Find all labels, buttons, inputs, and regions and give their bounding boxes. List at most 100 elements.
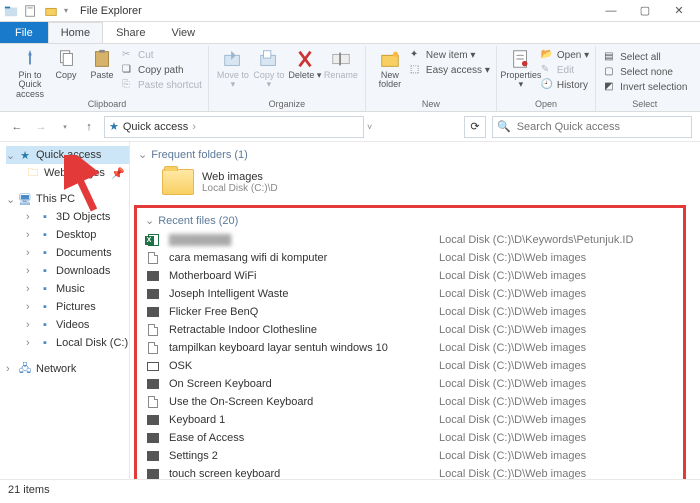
file-icon — [145, 467, 161, 479]
maximize-button[interactable]: ▢ — [628, 0, 662, 22]
breadcrumb-sep-icon[interactable]: › — [192, 121, 196, 133]
file-icon — [145, 251, 161, 265]
recent-file-item[interactable]: On Screen KeyboardLocal Disk (C:)\D\Web … — [145, 375, 675, 393]
group-label-open: Open — [503, 99, 589, 111]
pin-to-quick-access-button[interactable]: Pin to Quick access — [12, 46, 48, 99]
breadcrumb-location[interactable]: Quick access — [123, 121, 188, 133]
tree-item-downloads[interactable]: ›▪Downloads — [6, 262, 129, 280]
invert-selection-button[interactable]: ◩Invert selection — [604, 80, 687, 94]
back-button[interactable]: ← — [8, 116, 26, 138]
new-folder-button[interactable]: New folder — [372, 46, 408, 90]
file-icon — [145, 233, 161, 247]
paste-shortcut-button[interactable]: ⎘Paste shortcut — [122, 78, 202, 92]
recent-files-header[interactable]: ⌄Recent files (20) — [145, 214, 675, 227]
tree-network[interactable]: ›🖧Network — [6, 360, 129, 378]
content-pane: ⌄Frequent folders (1) Web images Local D… — [130, 142, 700, 479]
tree-quick-access[interactable]: ⌄★Quick access — [6, 146, 129, 164]
recent-file-item[interactable]: cara memasang wifi di komputerLocal Disk… — [145, 249, 675, 267]
select-none-button[interactable]: ▢Select none — [604, 65, 687, 79]
address-bar[interactable]: ★ Quick access › — [104, 116, 364, 138]
recent-file-item[interactable]: Keyboard 1Local Disk (C:)\D\Web images — [145, 411, 675, 429]
recent-file-item[interactable]: ████████Local Disk (C:)\D\Keywords\Petun… — [145, 231, 675, 249]
recent-file-item[interactable]: Flicker Free BenQ Local Disk (C:)\D\Web i… — [145, 303, 675, 321]
refresh-button[interactable]: ⟳ — [464, 116, 486, 138]
address-dropdown-icon[interactable]: ˅ — [367, 122, 372, 132]
new-item-button[interactable]: ✦New item ▾ — [410, 48, 490, 62]
file-icon — [145, 377, 161, 391]
recent-file-item[interactable]: Settings 2 Local Disk (C:)\D\Web images — [145, 447, 675, 465]
ribbon: Pin to Quick access Copy Paste ✂Cut ❏Cop… — [0, 44, 700, 112]
frequent-folders-header[interactable]: ⌄Frequent folders (1) — [138, 148, 692, 161]
close-button[interactable]: ✕ — [662, 0, 696, 22]
group-select: ▤Select all ▢Select none ◩Invert selecti… — [596, 46, 693, 111]
file-path: Local Disk (C:)\D\Web images — [439, 252, 586, 264]
recent-file-item[interactable]: Use the On-Screen KeyboardLocal Disk (C:… — [145, 393, 675, 411]
rename-button[interactable]: Rename — [323, 46, 359, 80]
file-name: ████████ — [169, 234, 431, 246]
qat-properties-icon[interactable] — [24, 4, 38, 18]
file-name: Joseph Intelligent Waste — [169, 288, 431, 300]
file-path: Local Disk (C:)\D\Web images — [439, 306, 586, 318]
copy-button[interactable]: Copy — [48, 46, 84, 80]
tree-item-videos[interactable]: ›▪Videos — [6, 316, 129, 334]
recent-file-item[interactable]: OSKLocal Disk (C:)\D\Web images — [145, 357, 675, 375]
tab-file[interactable]: File — [0, 22, 48, 43]
search-input[interactable] — [515, 120, 687, 134]
file-name: Keyboard 1 — [169, 414, 431, 426]
file-icon — [145, 431, 161, 445]
copy-to-button[interactable]: Copy to ▾ — [251, 46, 287, 90]
tab-home[interactable]: Home — [48, 22, 103, 43]
open-dropdown-button[interactable]: 📂Open ▾ — [541, 48, 589, 62]
easy-access-button[interactable]: ⬚Easy access ▾ — [410, 63, 490, 77]
tree-this-pc[interactable]: ⌄🖥This PC — [6, 190, 129, 208]
item-count: 21 items — [8, 484, 50, 496]
tree-item-pictures[interactable]: ›▪Pictures — [6, 298, 129, 316]
file-name: Settings 2 — [169, 450, 431, 462]
tree-item-music[interactable]: ›▪Music — [6, 280, 129, 298]
up-button[interactable]: ↑ — [80, 116, 98, 138]
file-icon — [145, 269, 161, 283]
quick-access-toolbar: ▾ — [4, 4, 68, 18]
tab-view[interactable]: View — [158, 22, 208, 43]
tree-item-desktop[interactable]: ›▪Desktop — [6, 226, 129, 244]
recent-locations-button[interactable]: ▾ — [56, 116, 74, 138]
move-to-button[interactable]: Move to ▾ — [215, 46, 251, 90]
history-button[interactable]: 🕘History — [541, 78, 589, 92]
properties-button[interactable]: Properties ▾ — [503, 46, 539, 90]
delete-button[interactable]: Delete ▾ — [287, 46, 323, 80]
qat-dropdown-icon[interactable]: ▾ — [64, 6, 68, 15]
recent-file-item[interactable]: Ease of AccessLocal Disk (C:)\D\Web imag… — [145, 429, 675, 447]
recent-file-item[interactable]: Retractable Indoor ClotheslineLocal Disk… — [145, 321, 675, 339]
recent-file-item[interactable]: Motherboard WiFiLocal Disk (C:)\D\Web im… — [145, 267, 675, 285]
edit-button[interactable]: ✎Edit — [541, 63, 589, 77]
ribbon-tabs: File Home Share View — [0, 22, 700, 44]
file-name: Flicker Free BenQ — [169, 306, 431, 318]
group-open: Properties ▾ 📂Open ▾ ✎Edit 🕘History Open — [497, 46, 596, 111]
paste-button[interactable]: Paste — [84, 46, 120, 80]
file-path: Local Disk (C:)\D\Web images — [439, 432, 586, 444]
tab-share[interactable]: Share — [103, 22, 158, 43]
tree-web-images[interactable]: 🗀Web images📌 — [6, 164, 129, 182]
group-label-new: New — [372, 99, 490, 111]
tree-item-local-disk-c-[interactable]: ›▪Local Disk (C:) — [6, 334, 129, 352]
file-path: Local Disk (C:)\D\Web images — [439, 288, 586, 300]
recent-file-item[interactable]: tampilkan keyboard layar sentuh windows … — [145, 339, 675, 357]
recent-file-item[interactable]: Joseph Intelligent Waste Local Disk (C:)\… — [145, 285, 675, 303]
search-box[interactable]: 🔍 — [492, 116, 692, 138]
group-label-clipboard: Clipboard — [12, 99, 202, 111]
copy-path-button[interactable]: ❏Copy path — [122, 63, 202, 77]
forward-button[interactable]: → — [32, 116, 50, 138]
file-icon — [145, 449, 161, 463]
tree-item-documents[interactable]: ›▪Documents — [6, 244, 129, 262]
qat-new-folder-icon[interactable] — [44, 4, 58, 18]
group-label-organize: Organize — [215, 99, 359, 111]
recent-file-item[interactable]: touch screen keyboardLocal Disk (C:)\D\W… — [145, 465, 675, 479]
cut-button[interactable]: ✂Cut — [122, 48, 202, 62]
frequent-folder-path: Local Disk (C:)\D — [202, 183, 278, 194]
select-all-button[interactable]: ▤Select all — [604, 50, 687, 64]
file-name: On Screen Keyboard — [169, 378, 431, 390]
tree-item-3d-objects[interactable]: ›▪3D Objects — [6, 208, 129, 226]
file-path: Local Disk (C:)\D\Web images — [439, 450, 586, 462]
minimize-button[interactable]: — — [594, 0, 628, 22]
frequent-folder-item[interactable]: Web images Local Disk (C:)\D — [138, 165, 692, 205]
